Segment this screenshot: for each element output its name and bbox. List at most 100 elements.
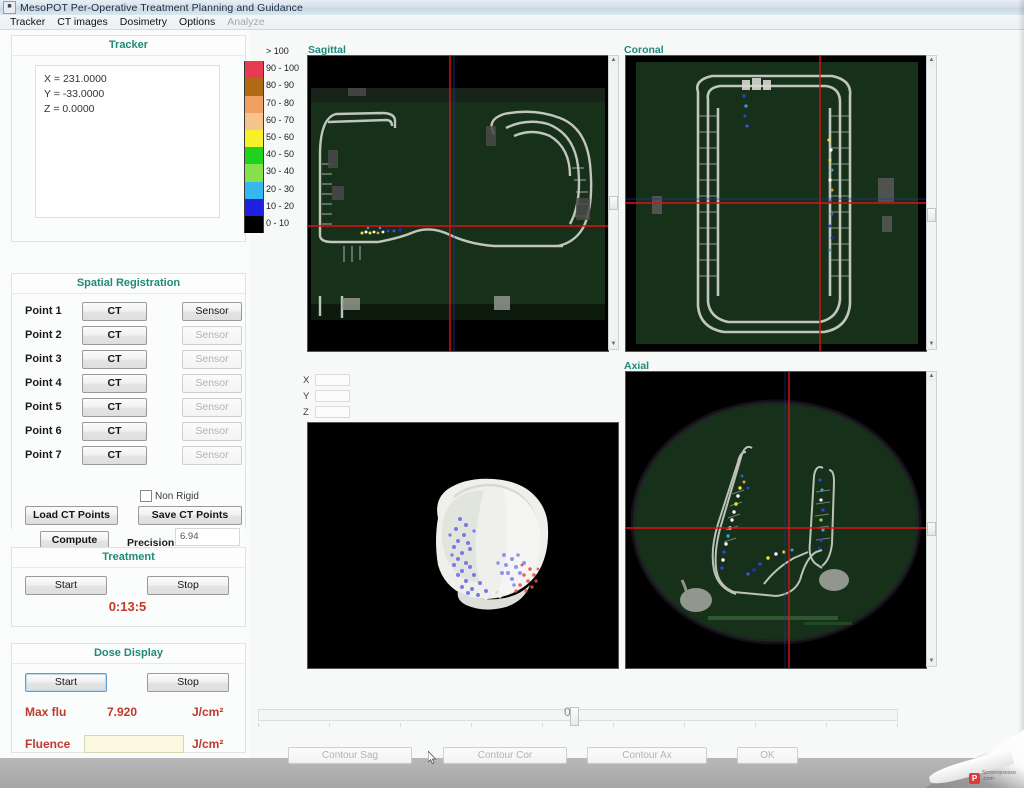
axial-viewport[interactable] <box>625 371 927 669</box>
menu-item-analyze: Analyze <box>227 16 265 28</box>
dose-stop-button[interactable]: Stop <box>147 673 229 692</box>
menu-item-dosimetry[interactable]: Dosimetry <box>114 16 173 28</box>
coord-x-label: X <box>303 374 310 386</box>
coord-y-row: Y <box>303 390 350 402</box>
point-7-label: Point 7 <box>25 449 62 461</box>
scroll-down-icon[interactable]: ▼ <box>927 657 936 666</box>
viewer-3d-canvas[interactable] <box>307 422 619 669</box>
legend-swatch <box>244 78 264 96</box>
legend-label: 70 - 80 <box>266 97 295 108</box>
screenpresso-watermark: P Screenpresso .com <box>924 726 1024 788</box>
menu-item-tracker[interactable]: Tracker <box>4 16 51 28</box>
coord-z-input[interactable] <box>315 406 350 418</box>
coord-z-label: Z <box>303 406 309 418</box>
system-menu-icon[interactable]: ■ <box>3 1 16 14</box>
treatment-panel: Treatment Start Stop 0:13:5 <box>11 547 246 627</box>
scroll-up-icon[interactable]: ▲ <box>927 56 936 65</box>
scroll-down-icon[interactable]: ▼ <box>609 340 618 349</box>
coronal-scrollbar[interactable]: ▲ ▼ <box>926 55 937 350</box>
coord-z-row: Z <box>303 406 350 418</box>
point-3-sensor-button: Sensor <box>182 350 242 369</box>
tracker-readout: X = 231.0000 Y = -33.0000 Z = 0.0000 <box>35 65 220 218</box>
point-6-ct-button[interactable]: CT <box>82 422 147 441</box>
menu-item-options[interactable]: Options <box>173 16 221 28</box>
load-ct-points-button[interactable]: Load CT Points <box>25 506 118 525</box>
axial-scrollbar[interactable]: ▲ ▼ <box>926 371 937 667</box>
slider-ticks <box>258 723 898 728</box>
legend-label: 40 - 50 <box>266 149 295 160</box>
point-4-ct-button[interactable]: CT <box>82 374 147 393</box>
scroll-up-icon[interactable]: ▲ <box>927 372 936 381</box>
client-area: Tracker X = 231.0000 Y = -33.0000 Z = 0.… <box>0 30 1024 765</box>
scrollbar-thumb[interactable] <box>927 208 936 222</box>
coord-y-input[interactable] <box>315 390 350 402</box>
save-ct-points-button[interactable]: Save CT Points <box>138 506 242 525</box>
scroll-up-icon[interactable]: ▲ <box>609 56 618 65</box>
treatment-stop-button[interactable]: Stop <box>147 576 229 595</box>
legend-swatch <box>244 181 264 199</box>
menu-item-ct-images[interactable]: CT images <box>51 16 114 28</box>
point-5-sensor-button: Sensor <box>182 398 242 417</box>
legend-band: 70 - 80 <box>244 95 300 113</box>
point-3-label: Point 3 <box>25 353 62 365</box>
legend-swatch <box>244 215 264 234</box>
point-row-5: Point 5 CT Sensor <box>12 397 245 421</box>
legend-band: 20 - 30 <box>244 181 300 199</box>
point-row-1: Point 1 CT Sensor <box>12 301 245 325</box>
legend-label: 10 - 20 <box>266 200 295 211</box>
non-rigid-checkbox[interactable] <box>140 490 152 502</box>
coord-y-label: Y <box>303 390 310 402</box>
scrollbar-thumb[interactable] <box>609 196 618 210</box>
point-5-ct-button[interactable]: CT <box>82 398 147 417</box>
treatment-start-button[interactable]: Start <box>25 576 107 595</box>
tracker-x-value: X = 231.0000 <box>44 73 107 85</box>
point-1-sensor-button[interactable]: Sensor <box>182 302 242 321</box>
legend-band: 30 - 40 <box>244 164 300 182</box>
point-2-ct-button[interactable]: CT <box>82 326 147 345</box>
point-4-sensor-button: Sensor <box>182 374 242 393</box>
point-row-3: Point 3 CT Sensor <box>12 349 245 373</box>
non-rigid-checkbox-row[interactable]: Non Rigid <box>140 490 199 502</box>
watermark-text: Screenpresso .com <box>982 770 1022 782</box>
fluence-label: Fluence <box>25 737 71 751</box>
coord-x-input[interactable] <box>315 374 350 386</box>
legend-swatch <box>244 147 264 165</box>
tracker-panel: Tracker X = 231.0000 Y = -33.0000 Z = 0.… <box>11 35 246 242</box>
slice-slider[interactable]: 0 <box>258 705 898 730</box>
legend-swatch <box>244 44 262 61</box>
fluence-input[interactable] <box>84 735 184 753</box>
3d-volume-render <box>308 423 618 668</box>
application-window: ■ MesoPOT Per-Operative Treatment Planni… <box>0 0 1024 788</box>
legend-band: 0 - 10 <box>244 215 300 234</box>
max-flu-label: Max flu <box>25 705 67 719</box>
point-1-ct-button[interactable]: CT <box>82 302 147 321</box>
fluence-unit: J/cm² <box>192 737 224 751</box>
spatial-registration-title: Spatial Registration <box>12 274 245 294</box>
coord-x-row: X <box>303 374 350 386</box>
legend-band: 10 - 20 <box>244 198 300 216</box>
scroll-down-icon[interactable]: ▼ <box>927 340 936 349</box>
precision-value: 6.94 <box>175 528 240 546</box>
window-shadow-bottom <box>0 758 1024 788</box>
legend-swatch <box>244 198 264 216</box>
sagittal-scrollbar[interactable]: ▲ ▼ <box>608 55 619 350</box>
legend-label: 30 - 40 <box>266 166 295 177</box>
dose-display-title: Dose Display <box>12 644 245 664</box>
window-shadow-right <box>1018 0 1024 788</box>
legend-swatch <box>244 95 264 113</box>
sagittal-viewport[interactable] <box>307 55 609 352</box>
legend-label: 50 - 60 <box>266 131 295 142</box>
screenpresso-badge-icon: P <box>969 773 980 784</box>
axial-ct-image <box>626 372 926 668</box>
legend-swatch <box>244 112 264 130</box>
max-flu-unit: J/cm² <box>192 705 224 719</box>
point-row-7: Point 7 CT Sensor <box>12 445 245 469</box>
point-7-ct-button[interactable]: CT <box>82 446 147 465</box>
dose-color-legend: > 100 90 - 100 80 - 90 70 - 80 60 - 70 5… <box>244 44 300 252</box>
scrollbar-thumb[interactable] <box>927 522 936 536</box>
dose-start-button[interactable]: Start <box>25 673 107 692</box>
legend-band: 90 - 100 <box>244 61 300 79</box>
point-3-ct-button[interactable]: CT <box>82 350 147 369</box>
point-2-sensor-button: Sensor <box>182 326 242 345</box>
coronal-viewport[interactable] <box>625 55 927 352</box>
